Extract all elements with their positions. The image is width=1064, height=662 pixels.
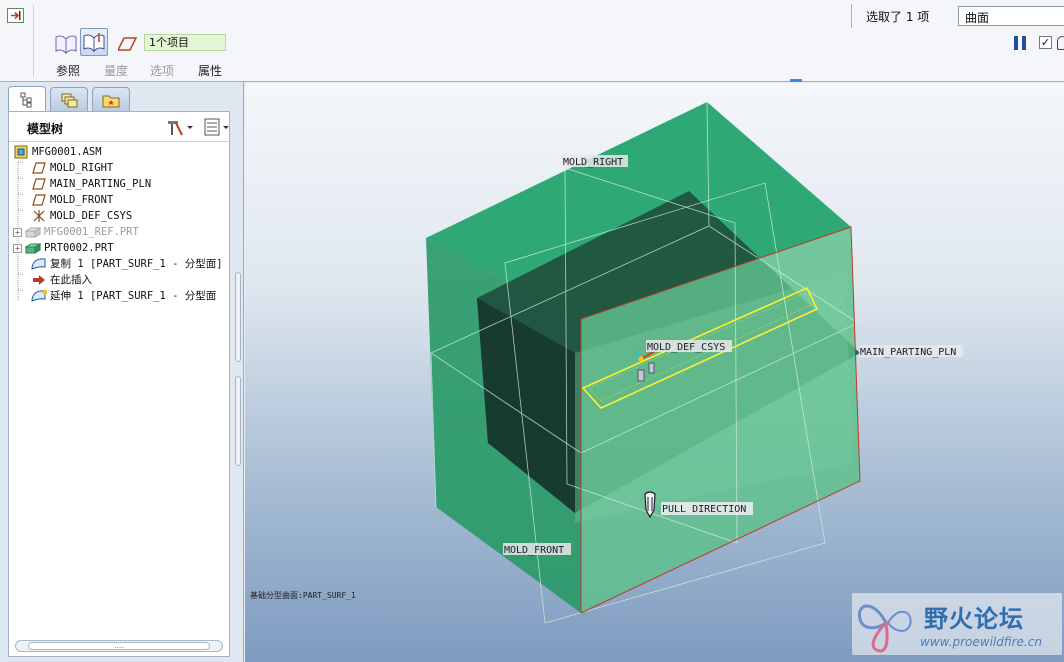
expand-icon[interactable]: + bbox=[13, 243, 22, 253]
tab-measurements: 量度 bbox=[104, 64, 129, 78]
check-icon[interactable]: ✓ bbox=[1039, 36, 1052, 49]
tree-item-label: 延伸 1 [PART_SURF_1 - 分型面 bbox=[50, 290, 217, 302]
tree-item-mold-right[interactable]: MOLD_RIGHT bbox=[31, 160, 113, 176]
tree-item-label: MAIN_PARTING_PLN bbox=[50, 178, 152, 190]
favorites-icon[interactable] bbox=[92, 87, 130, 111]
settings-tools-icon[interactable] bbox=[165, 117, 195, 137]
navigator-panel: 模型树 MFG0001.ASM MOLD_RIGHT MAIN_PARTING_… bbox=[0, 82, 244, 662]
tree-item-label: MOLD_RIGHT bbox=[50, 162, 114, 174]
selection-count: 选取了 1 项 bbox=[866, 10, 930, 24]
reference-book-icon[interactable] bbox=[80, 28, 108, 56]
tree-item-label: MFG0001.ASM bbox=[32, 146, 102, 158]
datum-label-mold-front[interactable]: MOLD_FRONT bbox=[504, 545, 564, 556]
navigator-splitter[interactable] bbox=[234, 272, 242, 472]
tree-item-label: PRT0002.PRT bbox=[44, 242, 114, 254]
feature-dashboard: 1个项目 参照 量度 选项 属性 选取了 1 项 曲面 ✓ bbox=[0, 0, 1064, 82]
pull-direction-label[interactable]: PULL DIRECTION bbox=[662, 504, 746, 515]
graphics-window[interactable]: MOLD_RIGHT MAIN_PARTING_PLN MOLD_DEF_CSY… bbox=[245, 83, 1064, 662]
tree-horizontal-scrollbar[interactable]: .... bbox=[15, 640, 223, 652]
tree-item-extend-surface[interactable]: 延伸 1 [PART_SURF_1 - 分型面 bbox=[31, 288, 216, 304]
datum-label-main-parting[interactable]: MAIN_PARTING_PLN bbox=[860, 347, 956, 358]
tree-item-label: 复制 1 [PART_SURF_1 - 分型面] bbox=[50, 258, 223, 270]
status-message: 基础分型曲面:PART_SURF_1 bbox=[250, 591, 356, 600]
surface-icon bbox=[31, 257, 47, 271]
open-book-icon[interactable] bbox=[52, 30, 80, 58]
butterfly-logo-icon bbox=[857, 604, 912, 653]
model-tree: 模型树 MFG0001.ASM MOLD_RIGHT MAIN_PARTING_… bbox=[8, 111, 230, 657]
tree-item-label: MOLD_DEF_CSYS bbox=[50, 210, 133, 222]
datum-plane-icon bbox=[31, 193, 47, 207]
scrollbar-thumb[interactable]: .... bbox=[28, 642, 210, 650]
tree-item-ref-part[interactable]: + MFG0001_REF.PRT bbox=[13, 224, 139, 240]
tab-references[interactable]: 参照 bbox=[56, 62, 80, 79]
surface-select-icon[interactable] bbox=[116, 30, 140, 58]
status-divider bbox=[851, 4, 852, 28]
selection-filter-select[interactable]: 曲面 bbox=[958, 6, 1064, 26]
tree-item-label: 在此插入 bbox=[50, 274, 92, 286]
assembly-icon bbox=[13, 145, 29, 159]
expand-icon[interactable]: + bbox=[13, 227, 22, 237]
show-list-icon[interactable] bbox=[203, 117, 233, 137]
csys-icon bbox=[31, 209, 47, 223]
tab-properties[interactable]: 属性 bbox=[198, 62, 222, 79]
tree-item-copy-surface[interactable]: 复制 1 [PART_SURF_1 - 分型面] bbox=[31, 256, 223, 272]
mold-model-view[interactable]: MOLD_RIGHT MAIN_PARTING_PLN MOLD_DEF_CSY… bbox=[245, 83, 1064, 662]
dashboard-resize-marker bbox=[790, 79, 802, 82]
model-tree-header: 模型树 bbox=[9, 112, 229, 142]
watermark-title: 野火论坛 bbox=[924, 605, 1024, 633]
tree-item-assembly[interactable]: MFG0001.ASM bbox=[13, 144, 102, 160]
surface-icon bbox=[31, 289, 47, 303]
tree-item-mold-front[interactable]: MOLD_FRONT bbox=[31, 192, 113, 208]
datum-plane-icon bbox=[31, 161, 47, 175]
preview-glasses-icon[interactable] bbox=[1057, 36, 1064, 50]
reference-items-field[interactable]: 1个项目 bbox=[144, 34, 226, 51]
dashboard-divider bbox=[33, 5, 34, 77]
datum-label-csys[interactable]: MOLD_DEF_CSYS bbox=[647, 342, 725, 353]
part-icon bbox=[25, 241, 41, 255]
pause-icon[interactable] bbox=[1014, 36, 1028, 50]
tab-options: 选项 bbox=[150, 64, 175, 78]
part-icon bbox=[25, 225, 41, 239]
tree-item-insert-here[interactable]: 在此插入 bbox=[31, 272, 92, 288]
layers-icon[interactable] bbox=[50, 87, 88, 111]
tree-item-label: MOLD_FRONT bbox=[50, 194, 114, 206]
insert-here-icon bbox=[31, 273, 47, 287]
forum-watermark: 野火论坛 www.proewildfire.cn bbox=[852, 593, 1062, 655]
tree-item-label: MFG0001_REF.PRT bbox=[44, 226, 139, 238]
datum-label-mold-right[interactable]: MOLD_RIGHT bbox=[563, 157, 623, 168]
tree-item-main-parting-pln[interactable]: MAIN_PARTING_PLN bbox=[31, 176, 151, 192]
dashboard-toggle-icon[interactable] bbox=[7, 8, 24, 23]
tree-item-prt0002[interactable]: + PRT0002.PRT bbox=[13, 240, 114, 256]
model-tree-icon[interactable] bbox=[8, 86, 46, 112]
datum-plane-icon bbox=[31, 177, 47, 191]
tree-item-mold-def-csys[interactable]: MOLD_DEF_CSYS bbox=[31, 208, 132, 224]
model-tree-title: 模型树 bbox=[27, 122, 64, 136]
watermark-url: www.proewildfire.cn bbox=[920, 635, 1042, 649]
